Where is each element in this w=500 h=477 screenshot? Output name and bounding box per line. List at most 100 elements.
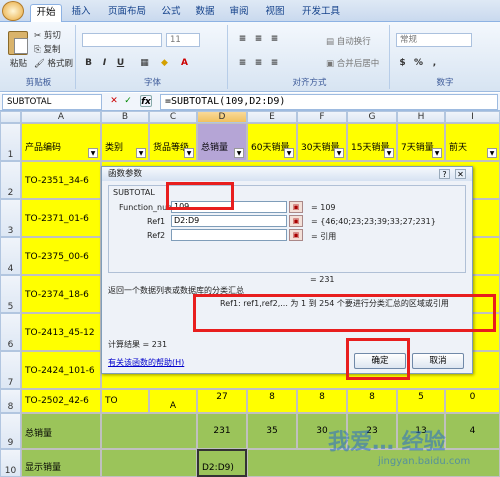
cancel-button[interactable]: 取消 [412, 353, 464, 369]
filter-dropdown-icon[interactable]: ▼ [487, 148, 497, 158]
number-format-box[interactable]: 常规 [396, 33, 472, 47]
filter-dropdown-icon[interactable]: ▼ [284, 148, 294, 158]
paste-label[interactable]: 粘贴 [10, 57, 27, 69]
total-7d-cell[interactable]: 13 [397, 413, 445, 449]
filter-dropdown-icon[interactable]: ▼ [136, 148, 146, 158]
header-cell-e[interactable]: 60天销量 ▼ [247, 123, 297, 161]
sales-30d-cell[interactable]: 8 [297, 389, 347, 413]
header-cell-g[interactable]: 15天销量 ▼ [347, 123, 397, 161]
total-sales-sum-cell[interactable]: 231 [197, 413, 247, 449]
close-icon[interactable]: ✕ [455, 169, 466, 179]
cut-button[interactable]: ✂ 剪切 [34, 29, 61, 41]
tab-insert[interactable]: 插入 [66, 4, 96, 22]
product-code-cell[interactable]: TO-2371_01-6 [21, 199, 101, 237]
row-header-4[interactable]: 4 [0, 237, 21, 275]
name-box[interactable]: SUBTOTAL [2, 94, 102, 110]
column-header-b[interactable]: B [101, 111, 149, 123]
total-label-cell[interactable]: 总销量 [21, 413, 101, 449]
row-header-10[interactable]: 10 [0, 449, 21, 477]
comma-button[interactable]: , [428, 57, 441, 70]
column-header-h[interactable]: H [397, 111, 445, 123]
sales-7d-cell[interactable]: 5 [397, 389, 445, 413]
filter-dropdown-icon[interactable]: ▼ [334, 148, 344, 158]
product-code-cell[interactable]: TO-2424_101-6 [21, 351, 101, 389]
column-header-i[interactable]: I [445, 111, 500, 123]
enter-icon[interactable]: ✓ [122, 95, 134, 107]
row-header-8[interactable]: 8 [0, 389, 21, 413]
column-header-e[interactable]: E [247, 111, 297, 123]
align-right-icon[interactable]: ≡ [268, 57, 281, 70]
active-cell-d10[interactable]: D2:D9) [197, 449, 247, 477]
total-sales-cell[interactable]: 27 [197, 389, 247, 413]
percent-button[interactable]: % [412, 57, 425, 70]
product-code-cell[interactable]: TO-2375_00-6 [21, 237, 101, 275]
align-bottom-icon[interactable]: ≡ [268, 33, 281, 46]
row-header-1[interactable]: 1 [0, 123, 21, 161]
sales-15d-cell[interactable]: 8 [347, 389, 397, 413]
align-middle-icon[interactable]: ≡ [252, 33, 265, 46]
total-yesterday-cell[interactable]: 4 [445, 413, 500, 449]
align-center-icon[interactable]: ≡ [252, 57, 265, 70]
product-code-cell[interactable]: TO-2502_42-6 [21, 389, 101, 413]
header-cell-a[interactable]: 产品编码 ▼ [21, 123, 101, 161]
column-header-d[interactable]: D [197, 111, 247, 123]
borders-icon[interactable]: ▦ [138, 57, 151, 70]
font-color-icon[interactable]: A [178, 57, 191, 70]
visible-empty-cell[interactable] [101, 449, 197, 477]
paste-icon[interactable] [8, 31, 28, 55]
product-code-cell[interactable]: TO-2351_34-6 [21, 161, 101, 199]
column-header-f[interactable]: F [297, 111, 347, 123]
filter-dropdown-icon[interactable]: ▼ [234, 148, 244, 158]
collapse-dialog-icon[interactable]: ▣ [289, 215, 303, 227]
insert-function-icon[interactable]: fx [140, 95, 152, 107]
tab-developer[interactable]: 开发工具 [298, 4, 344, 22]
tab-view[interactable]: 视图 [262, 4, 288, 22]
column-header-a[interactable]: A [21, 111, 101, 123]
row-header-7[interactable]: 7 [0, 351, 21, 389]
fill-color-icon[interactable]: ◆ [158, 57, 171, 70]
collapse-dialog-icon[interactable]: ▣ [289, 201, 303, 213]
visible-sales-label-cell[interactable]: 显示销量 [21, 449, 101, 477]
header-cell-i[interactable]: 前天 ▼ [445, 123, 500, 161]
bold-button[interactable]: B [82, 57, 95, 70]
row-header-9[interactable]: 9 [0, 413, 21, 449]
office-button[interactable] [2, 1, 24, 21]
header-cell-d[interactable]: 总销量 ▼ [197, 123, 247, 161]
font-name-box[interactable] [82, 33, 162, 47]
help-icon[interactable]: ? [439, 169, 450, 179]
ref2-input[interactable] [171, 229, 287, 241]
total-30d-cell[interactable]: 30 [297, 413, 347, 449]
tab-review[interactable]: 审阅 [226, 4, 252, 22]
tab-formulas[interactable]: 公式 [158, 4, 184, 22]
align-top-icon[interactable]: ≡ [236, 33, 249, 46]
filter-dropdown-icon[interactable]: ▼ [432, 148, 442, 158]
category-cell[interactable]: TO [101, 389, 149, 413]
tab-page-layout[interactable]: 页面布局 [104, 4, 150, 22]
copy-button[interactable]: ⎘ 复制 [34, 43, 61, 55]
merge-center-button[interactable]: ▣ 合并后居中 [326, 57, 379, 69]
ref1-input[interactable]: D2:D9 [171, 215, 287, 227]
column-header-g[interactable]: G [347, 111, 397, 123]
tab-data[interactable]: 数据 [192, 4, 218, 22]
row-header-2[interactable]: 2 [0, 161, 21, 199]
function-help-link[interactable]: 有关该函数的帮助(H) [108, 357, 184, 368]
total-60d-cell[interactable]: 35 [247, 413, 297, 449]
cancel-icon[interactable]: ✕ [108, 95, 120, 107]
wrap-text-button[interactable]: ▤ 自动换行 [326, 35, 371, 47]
font-size-box[interactable]: 11 [166, 33, 200, 47]
header-cell-b[interactable]: 类别 ▼ [101, 123, 149, 161]
filter-dropdown-icon[interactable]: ▼ [384, 148, 394, 158]
visible-rest-cells[interactable] [247, 449, 500, 477]
italic-button[interactable]: I [98, 57, 111, 70]
total-15d-cell[interactable]: 23 [347, 413, 397, 449]
currency-icon[interactable]: $ [396, 57, 409, 70]
collapse-dialog-icon[interactable]: ▣ [289, 229, 303, 241]
filter-dropdown-icon[interactable]: ▼ [88, 148, 98, 158]
header-cell-c[interactable]: 货品等级 ▼ [149, 123, 197, 161]
underline-button[interactable]: U [114, 57, 127, 70]
align-left-icon[interactable]: ≡ [236, 57, 249, 70]
sales-yesterday-cell[interactable]: 0 [445, 389, 500, 413]
format-painter-button[interactable]: 🖌 格式刷 [34, 57, 73, 69]
row-header-3[interactable]: 3 [0, 199, 21, 237]
total-empty-cell[interactable] [101, 413, 197, 449]
